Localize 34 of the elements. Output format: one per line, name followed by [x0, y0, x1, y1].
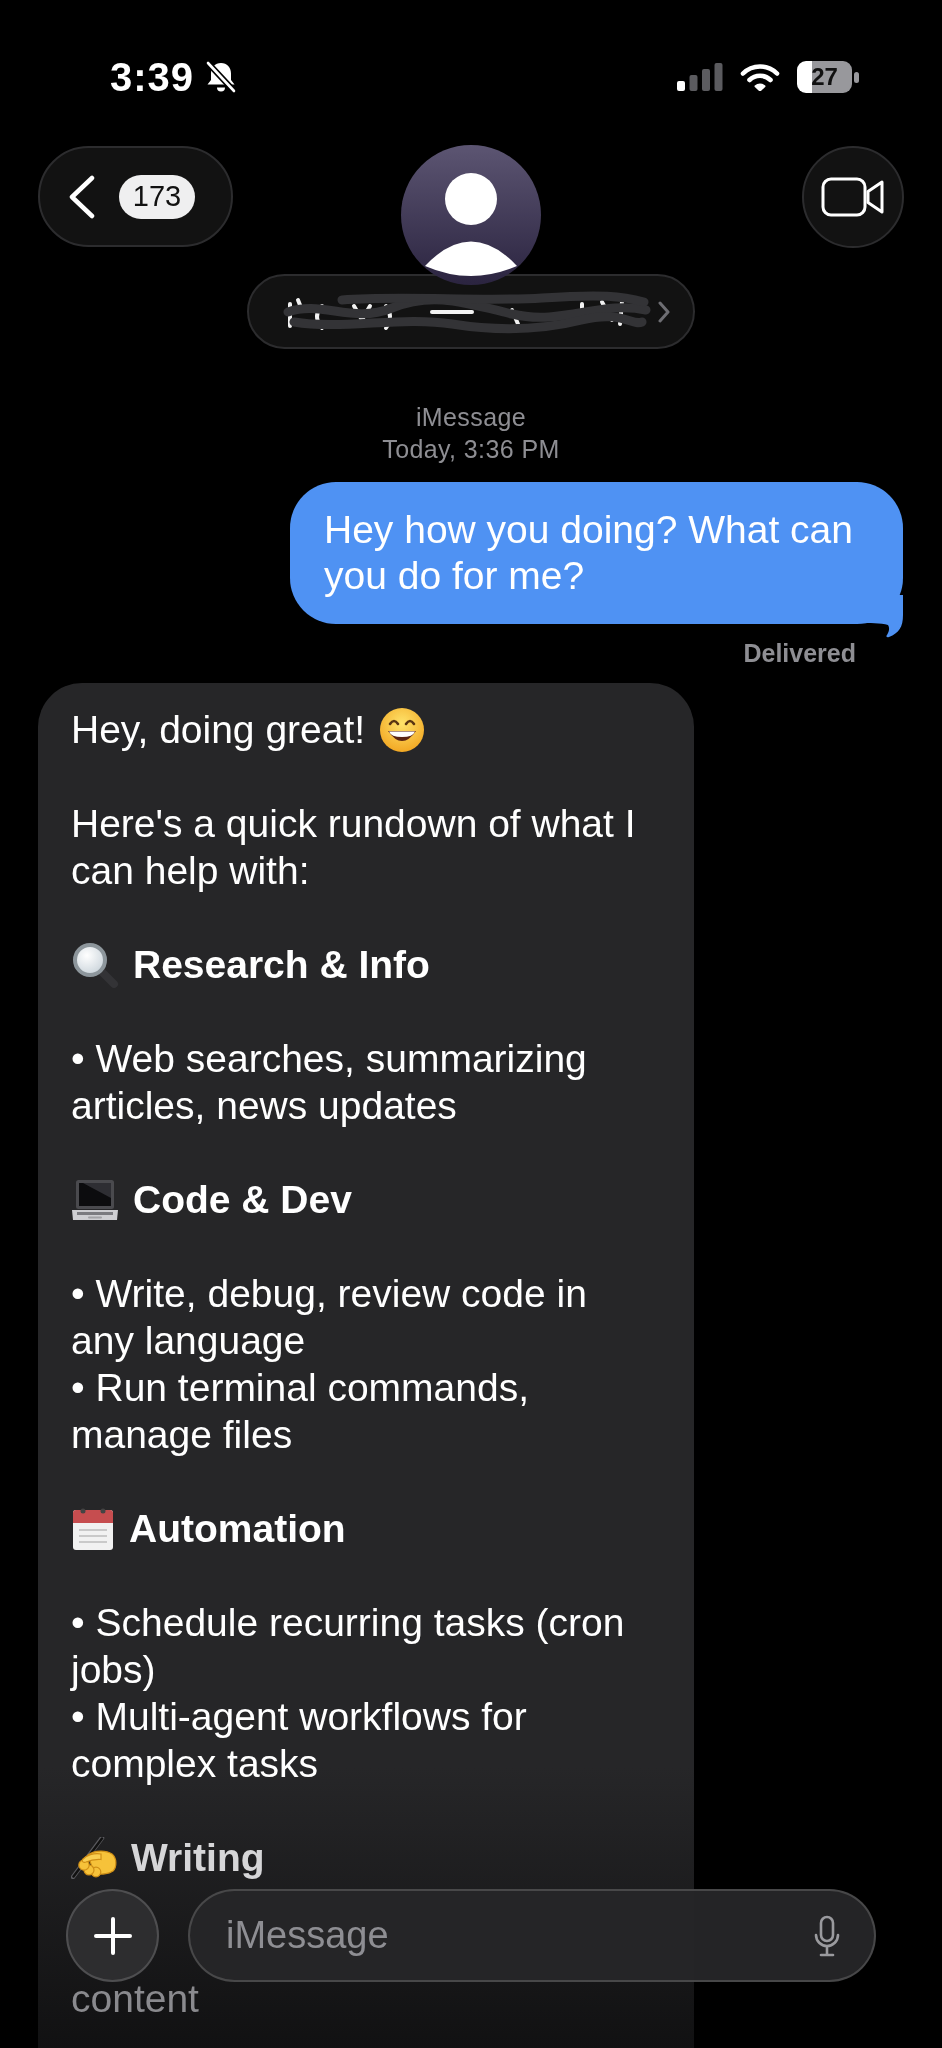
message-timestamp: Today, 3:36 PM — [382, 434, 560, 465]
magnifying-glass-icon — [71, 940, 119, 989]
list-item-text: • Web searches, summarizing articles, news updates — [71, 1036, 588, 1129]
battery-tip-icon — [854, 71, 859, 83]
status-time: 3:39 — [110, 54, 195, 101]
list-item-text: • Multi-agent workflows for complex tasks — [71, 1694, 528, 1787]
service-label: iMessage — [415, 402, 527, 433]
message-text: Hey, doing great! — [71, 707, 366, 753]
section-heading: Automation — [129, 1506, 346, 1552]
message-text: Here's a quick rundown of what I can help with: — [71, 801, 636, 894]
avatar-icon[interactable] — [401, 145, 541, 285]
message-text: Hey how you doing? What can you do for me? — [324, 507, 854, 599]
list-item-text: • Run terminal commands, manage files — [71, 1365, 530, 1458]
back-button[interactable]: 173 — [38, 146, 233, 247]
wifi-icon — [740, 63, 780, 91]
battery-indicator: 27 — [797, 61, 852, 93]
list-item-text: • Write, debug, review code in any language — [71, 1271, 588, 1364]
unread-count-badge: 173 — [119, 174, 195, 219]
signal-bars-icon — [677, 63, 723, 91]
video-camera-icon — [821, 177, 885, 217]
section-heading: Writing — [131, 1835, 265, 1881]
grinning-face-icon — [379, 706, 426, 753]
message-input-field[interactable]: iMessage — [188, 1889, 876, 1982]
delivery-status: Delivered — [743, 638, 856, 668]
back-chevron-icon — [68, 174, 96, 219]
writing-hand-icon — [71, 1836, 117, 1879]
list-item-text: • Schedule recurring tasks (cron jobs) — [71, 1600, 626, 1693]
plus-icon — [93, 1916, 132, 1955]
section-heading: Code & Dev — [133, 1177, 352, 1223]
section-heading: Research & Info — [133, 942, 430, 988]
chevron-right-icon — [658, 299, 670, 324]
calendar-icon — [71, 1506, 115, 1551]
microphone-icon[interactable] — [813, 1915, 841, 1957]
laptop-icon — [71, 1177, 119, 1222]
